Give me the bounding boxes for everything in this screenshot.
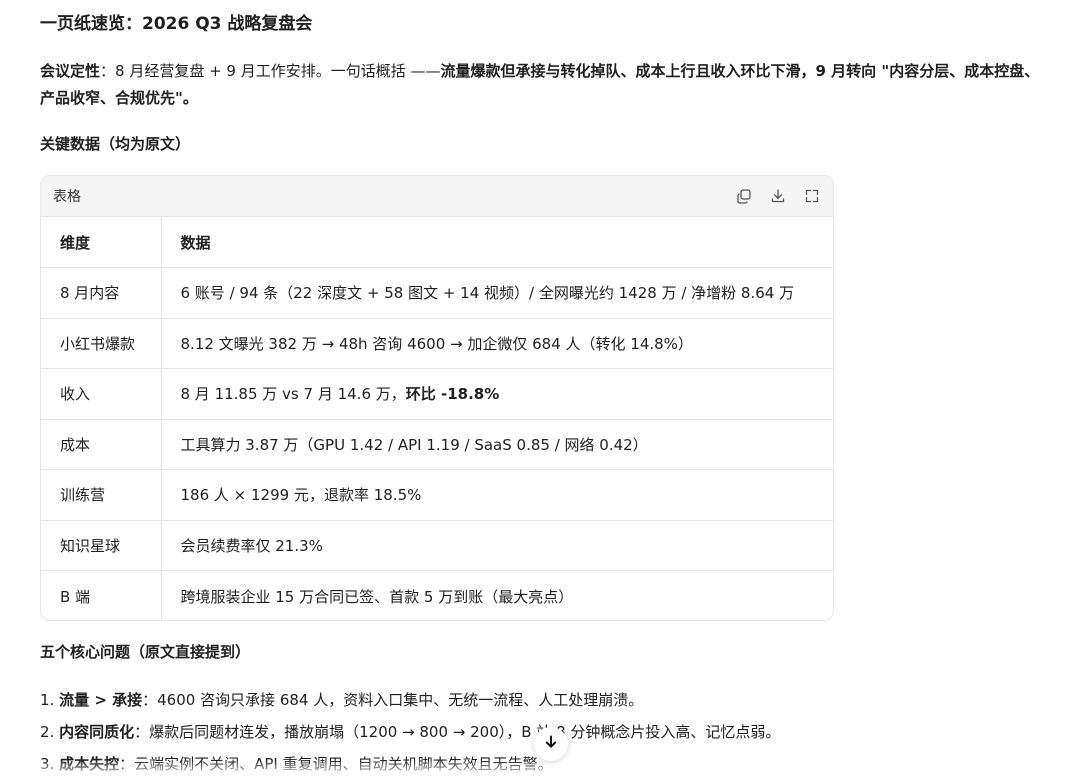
table-cell-value: 8 月 11.85 万 vs 7 月 14.6 万，环比 -18.8% [161,368,833,420]
meeting-summary: 会议定性：8 月经营复盘 + 9 月工作安排。一句话概括 ——流量爆款但承接与转… [40,58,1040,112]
table-row: 成本 工具算力 3.87 万（GPU 1.42 / API 1.19 / Saa… [41,419,833,470]
expand-icon[interactable] [803,187,821,205]
table-card-header: 表格 [41,176,833,217]
item-title: 内容同质化 [59,723,135,741]
key-data-heading: 关键数据（均为原文） [40,135,191,153]
summary-text: ：8 月经营复盘 + 9 月工作安排。一句话概括 —— [100,62,441,80]
table-cell-value: 跨境服装企业 15 万合同已签、首款 5 万到账（最大亮点） [180,587,574,606]
column-header: 数据 [161,217,833,268]
summary-label: 会议定性 [40,62,101,80]
table-cell-key: 训练营 [41,469,162,521]
table-cell-value: 6 账号 / 94 条（22 深度文 + 58 图文 + 14 视频）/ 全网曝… [161,267,833,319]
table-row: B 端 跨境服装企业 15 万合同已签、首款 5 万到账（最大亮点） [41,570,833,620]
download-icon[interactable] [769,187,787,205]
table-cell-value: 8.12 文曝光 382 万 → 48h 咨询 4600 → 加企微仅 684 … [161,318,833,369]
table-cell-key: B 端 [41,570,162,620]
item-number: 1. [40,691,55,709]
item-text: ：爆款后同题材连发，播放崩塌（1200 → 800 → 200），B 站 8 分… [134,723,781,741]
issues-heading: 五个核心问题（原文直接提到） [40,643,251,661]
table-header-row: 维度 数据 [41,217,833,268]
table-row: 小红书爆款 8.12 文曝光 382 万 → 48h 咨询 4600 → 加企微… [41,318,833,369]
column-header: 维度 [41,217,162,268]
data-table-card: 表格 维度 数据 8 月内容 6 账号 / 94 条（22 深度文 + 58 图… [40,175,834,621]
key-data-table: 维度 数据 8 月内容 6 账号 / 94 条（22 深度文 + 58 图文 +… [41,217,833,620]
table-cell-key: 成本 [41,419,162,470]
item-text: ：4600 咨询只承接 684 人，资料入口集中、无统一流程、人工处理崩溃。 [142,691,644,709]
item-number: 3. [40,755,55,773]
copy-icon[interactable] [735,187,753,205]
arrow-down-icon [543,734,559,754]
table-row: 收入 8 月 11.85 万 vs 7 月 14.6 万，环比 -18.8% [41,368,833,420]
item-title: 流量 > 承接 [59,691,143,709]
table-cell-value: 186 人 × 1299 元，退款率 18.5% [161,469,833,521]
page-title: 一页纸速览：2026 Q3 战略复盘会 [40,14,313,34]
table-cell-key: 8 月内容 [41,267,162,319]
table-card-label: 表格 [53,189,81,205]
scroll-to-bottom-button[interactable] [534,727,568,761]
item-text: ：云端实例不关闭、API 重复调用、自动关机脚本失效且无告警。 [119,755,553,773]
table-cell-key: 收入 [41,368,162,420]
table-cell-key: 小红书爆款 [41,318,162,369]
table-cell-value: 会员续费率仅 21.3% [161,520,833,571]
list-item: 1. 流量 > 承接：4600 咨询只承接 684 人，资料入口集中、无统一流程… [40,684,1040,716]
table-row: 知识星球 会员续费率仅 21.3% [41,520,833,571]
document-page: 一页纸速览：2026 Q3 战略复盘会 会议定性：8 月经营复盘 + 9 月工作… [0,0,1080,778]
revenue-change-bold: 环比 -18.8% [405,385,500,404]
table-row: 训练营 186 人 × 1299 元，退款率 18.5% [41,469,833,521]
item-title: 成本失控 [59,755,120,773]
revenue-text: 8 月 11.85 万 vs 7 月 14.6 万， [180,385,406,404]
table-row: 8 月内容 6 账号 / 94 条（22 深度文 + 58 图文 + 14 视频… [41,267,833,319]
table-cell-key: 知识星球 [41,520,162,571]
table-cell-value: 工具算力 3.87 万（GPU 1.42 / API 1.19 / SaaS 0… [161,419,833,470]
item-number: 2. [40,723,55,741]
